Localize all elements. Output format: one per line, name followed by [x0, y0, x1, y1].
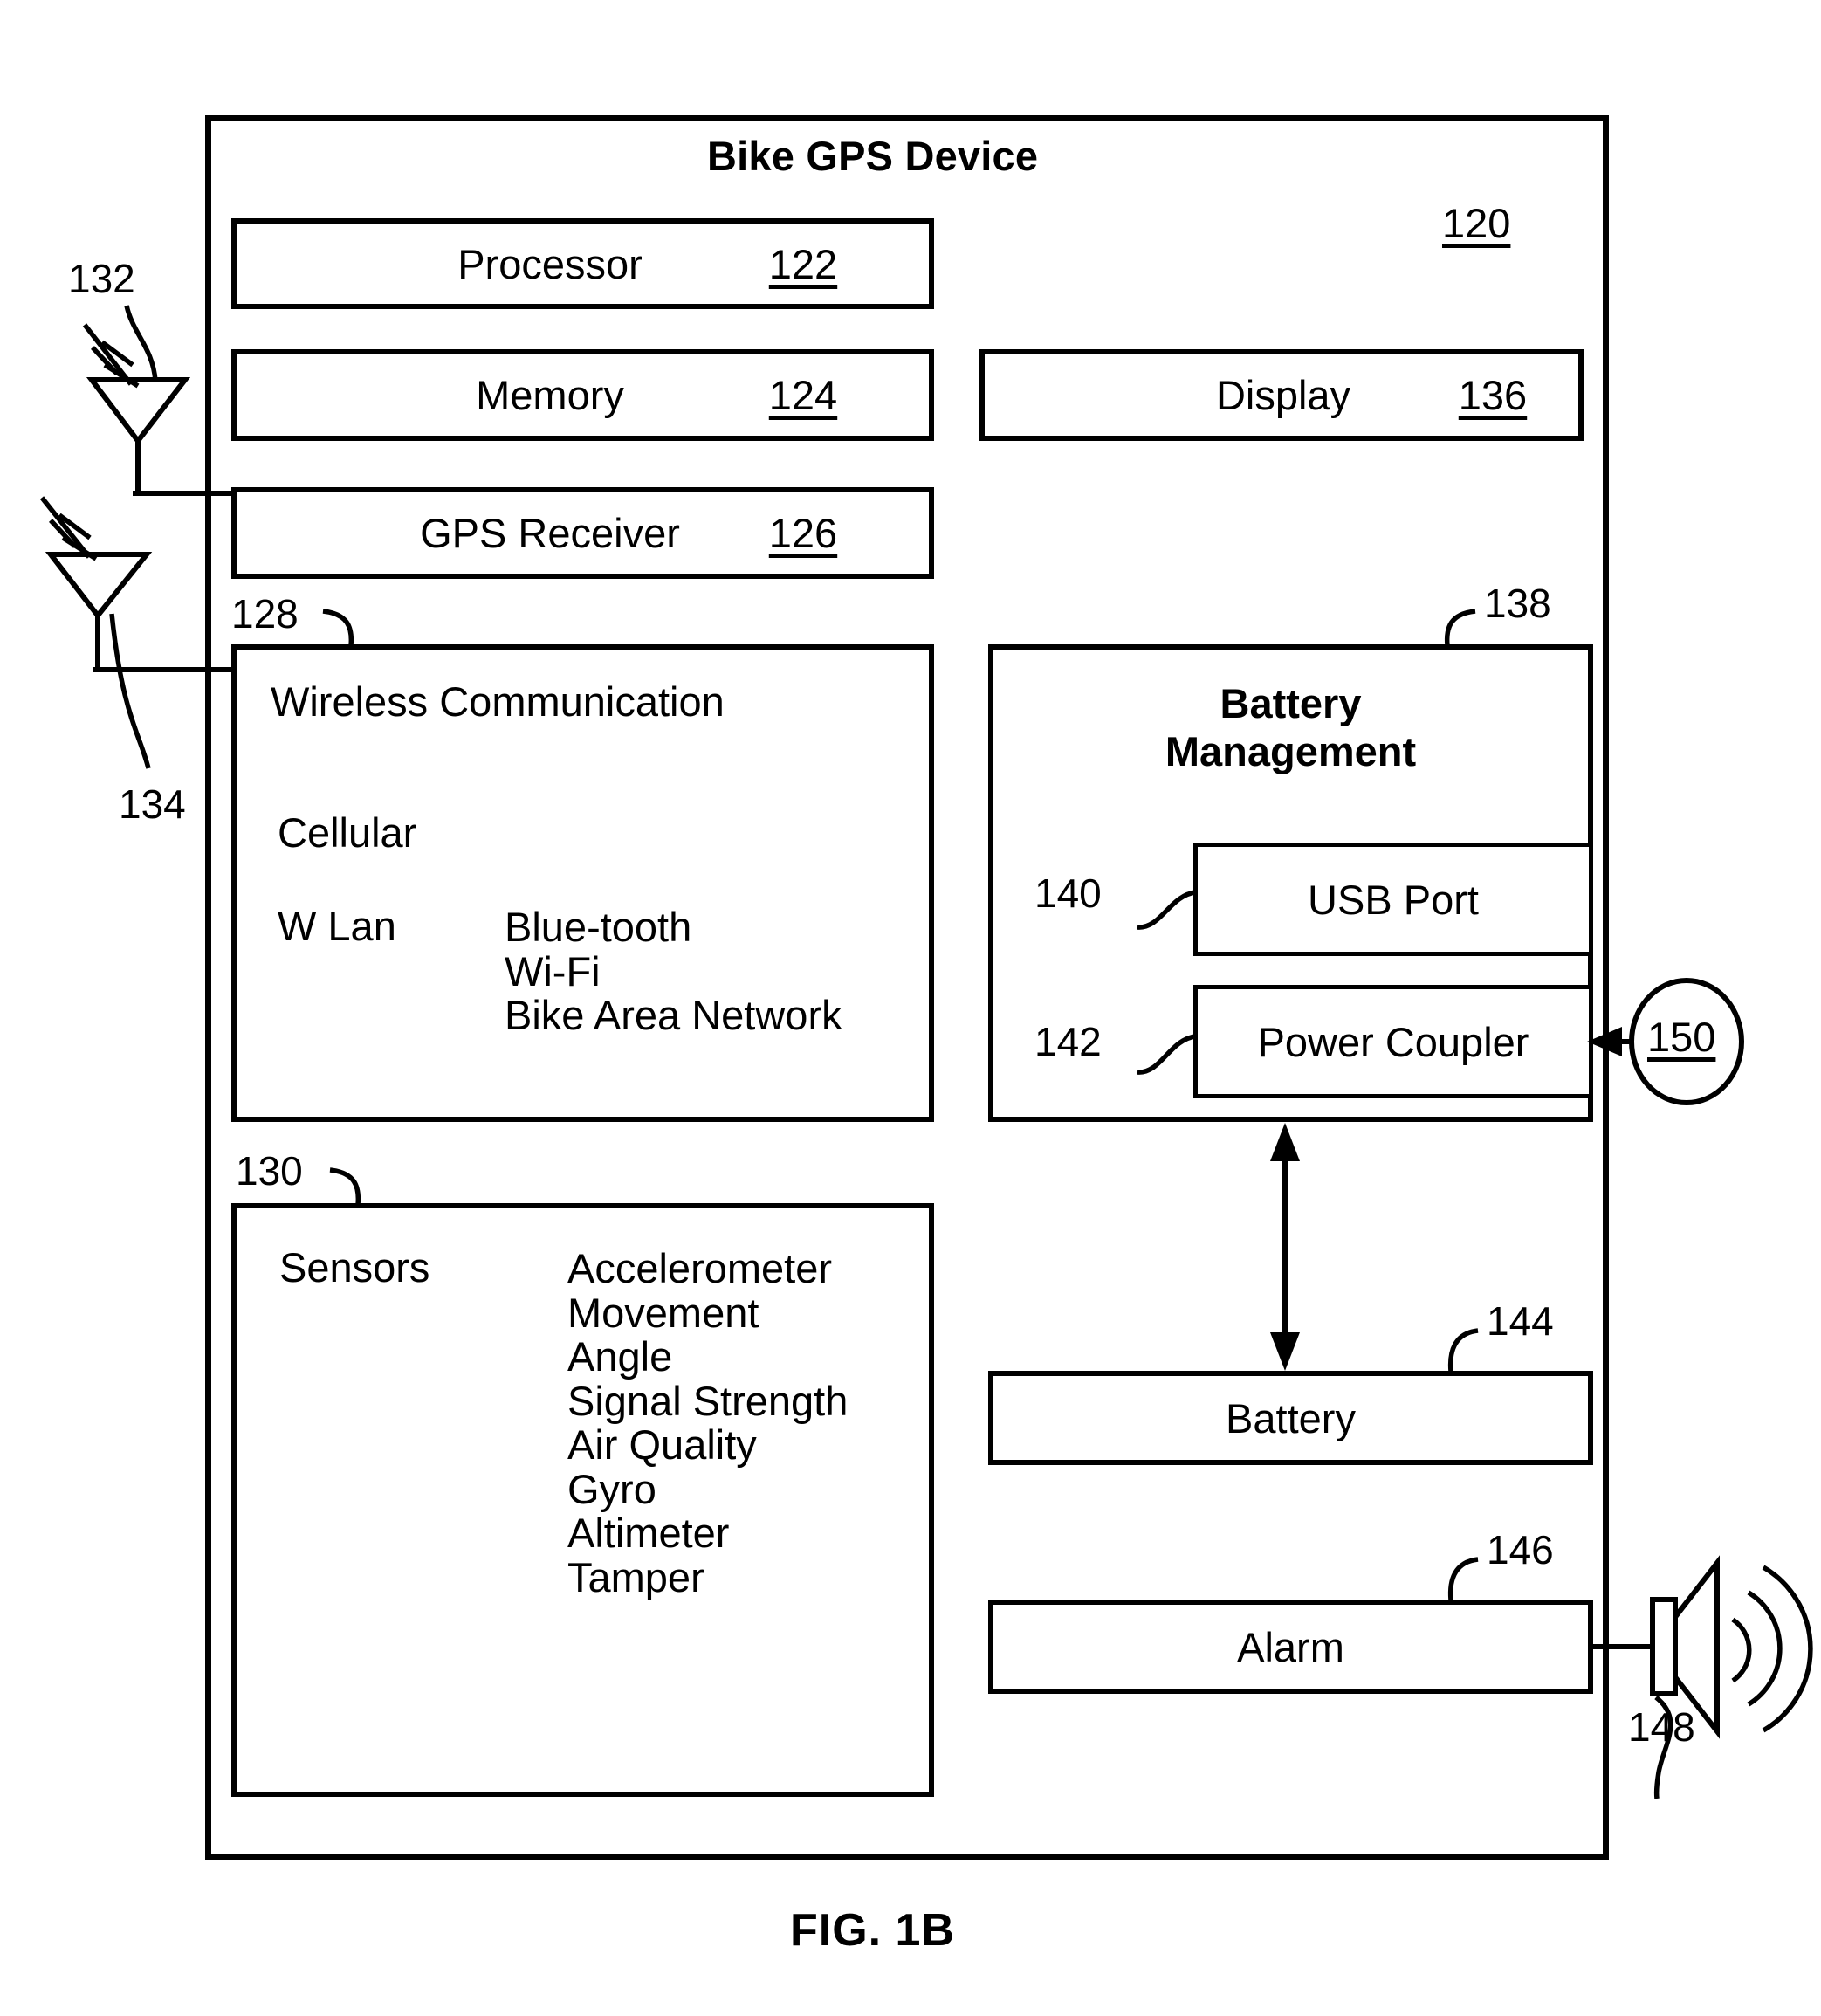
speaker-icon	[1593, 1555, 1813, 1739]
page-title: Bike GPS Device	[707, 133, 1039, 179]
battery-management-ref: 138	[1484, 581, 1551, 626]
sensors-list: Accelerometer Movement Angle Signal Stre…	[567, 1245, 849, 1600]
wireless-antenna-ref-134: 134	[119, 781, 186, 827]
battery-management-title: Battery Management	[1165, 680, 1417, 775]
leader-134	[109, 613, 151, 769]
wireless-wlan-label: W Lan	[278, 903, 396, 949]
speaker-ref-148: 148	[1628, 1704, 1695, 1750]
processor-label: Processor	[457, 240, 643, 287]
gps-antenna-ref-132: 132	[68, 256, 135, 301]
sensors-ref: 130	[236, 1148, 303, 1194]
sensors-title: Sensors	[279, 1244, 430, 1290]
processor-ref: 122	[768, 240, 838, 287]
wireless-communication-ref: 128	[231, 591, 299, 636]
patent-figure-page: Bike GPS Device 120 Processor 122 Memory…	[0, 0, 1821, 2016]
wireless-cellular-label: Cellular	[278, 809, 417, 856]
power-coupler-ref: 142	[1034, 1019, 1102, 1064]
gps-receiver-label: GPS Receiver	[420, 510, 680, 556]
alarm-label: Alarm	[1237, 1623, 1344, 1670]
power-coupler-label: Power Coupler	[1257, 1018, 1529, 1065]
display-label: Display	[1215, 372, 1351, 418]
usb-port-label: USB Port	[1308, 876, 1479, 923]
wireless-communication-title: Wireless Communication	[271, 678, 725, 725]
leader-132	[124, 305, 158, 382]
memory-label: Memory	[476, 372, 624, 418]
alarm-ref: 146	[1487, 1527, 1554, 1572]
battery-label: Battery	[1226, 1394, 1356, 1441]
battery-ref: 144	[1487, 1298, 1554, 1344]
figure-caption: FIG. 1B	[790, 1905, 956, 1956]
device-reference-120: 120	[1442, 200, 1511, 246]
display-ref: 136	[1458, 372, 1528, 418]
usb-port-ref: 140	[1034, 870, 1102, 916]
gps-receiver-ref: 126	[768, 510, 838, 556]
wireless-wlan-types-list: Blue-tooth Wi-Fi Bike Area Network	[505, 904, 842, 1039]
memory-ref: 124	[768, 372, 838, 418]
power-source-ref-150: 150	[1647, 1014, 1716, 1060]
